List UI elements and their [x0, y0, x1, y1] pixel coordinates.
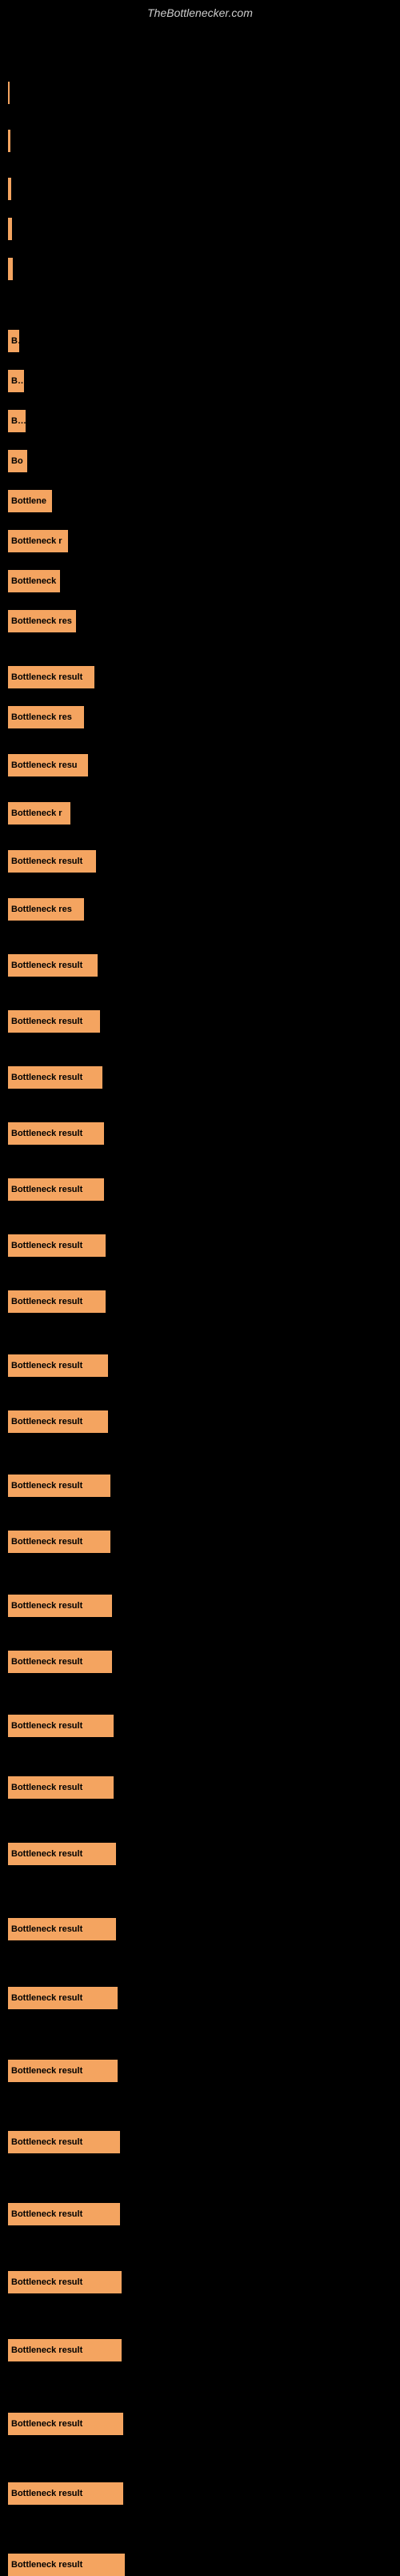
- bar-label-23: Bottleneck result: [8, 1129, 86, 1138]
- bar-row-10: Bottlene: [8, 490, 52, 512]
- bar-row-21: Bottleneck result: [8, 1010, 100, 1033]
- bar-label-31: Bottleneck result: [8, 1601, 86, 1611]
- bar-row-36: Bottleneck result: [8, 1918, 116, 1940]
- bar-row-6: B: [8, 330, 19, 352]
- bar-label-16: Bottleneck resu: [8, 760, 81, 770]
- bar-row-41: Bottleneck result: [8, 2271, 122, 2293]
- bar-label-33: Bottleneck result: [8, 1721, 86, 1731]
- bar-label-14: Bottleneck result: [8, 672, 86, 682]
- bar-label-7: Bo: [8, 376, 24, 386]
- bar-label-34: Bottleneck result: [8, 1783, 86, 1792]
- bar-row-22: Bottleneck result: [8, 1066, 102, 1089]
- bar-row-17: Bottleneck r: [8, 802, 70, 825]
- bar-row-33: Bottleneck result: [8, 1715, 114, 1737]
- bar-row-30: Bottleneck result: [8, 1531, 110, 1553]
- bar-label-38: Bottleneck result: [8, 2066, 86, 2076]
- bar-row-43: Bottleneck result: [8, 2413, 123, 2435]
- bar-label-40: Bottleneck result: [8, 2209, 86, 2219]
- bar-label-18: Bottleneck result: [8, 857, 86, 866]
- bar-row-4: [8, 218, 12, 240]
- bar-row-13: Bottleneck res: [8, 610, 76, 632]
- bar-label-27: Bottleneck result: [8, 1361, 86, 1370]
- bar-row-7: Bo: [8, 370, 24, 392]
- bar-row-3: [8, 178, 11, 200]
- bar-label-29: Bottleneck result: [8, 1481, 86, 1491]
- bar-row-20: Bottleneck result: [8, 954, 98, 977]
- bar-row-19: Bottleneck res: [8, 898, 84, 921]
- bar-label-24: Bottleneck result: [8, 1185, 86, 1194]
- bar-row-18: Bottleneck result: [8, 850, 96, 873]
- bar-row-9: Bo: [8, 450, 27, 472]
- bar-row-26: Bottleneck result: [8, 1290, 106, 1313]
- bar-row-34: Bottleneck result: [8, 1776, 114, 1799]
- bar-row-2: [8, 130, 10, 152]
- bar-label-28: Bottleneck result: [8, 1417, 86, 1426]
- bar-row-37: Bottleneck result: [8, 1987, 118, 2009]
- bar-row-39: Bottleneck result: [8, 2131, 120, 2153]
- bar-row-28: Bottleneck result: [8, 1410, 108, 1433]
- bar-label-12: Bottleneck: [8, 576, 59, 586]
- bar-row-35: Bottleneck result: [8, 1843, 116, 1865]
- bar-row-40: Bottleneck result: [8, 2203, 120, 2225]
- bar-label-13: Bottleneck res: [8, 616, 75, 626]
- bar-label-21: Bottleneck result: [8, 1017, 86, 1026]
- bar-label-6: B: [8, 336, 19, 346]
- bar-row-16: Bottleneck resu: [8, 754, 88, 776]
- bar-row-14: Bottleneck result: [8, 666, 94, 688]
- bar-label-15: Bottleneck res: [8, 712, 75, 722]
- site-title: TheBottlenecker.com: [0, 0, 400, 26]
- bar-label-9: Bo: [8, 456, 26, 466]
- bar-label-37: Bottleneck result: [8, 1993, 86, 2003]
- bar-label-42: Bottleneck result: [8, 2345, 86, 2355]
- bar-row-11: Bottleneck r: [8, 530, 68, 552]
- bar-row-31: Bottleneck result: [8, 1595, 112, 1617]
- bar-row-15: Bottleneck res: [8, 706, 84, 728]
- bar-row-1: [8, 82, 10, 104]
- bar-label-44: Bottleneck result: [8, 2489, 86, 2498]
- bar-row-44: Bottleneck result: [8, 2482, 123, 2505]
- bar-row-45: Bottleneck result: [8, 2554, 125, 2576]
- bar-row-27: Bottleneck result: [8, 1354, 108, 1377]
- bar-label-36: Bottleneck result: [8, 1924, 86, 1934]
- bar-label-20: Bottleneck result: [8, 961, 86, 970]
- bar-label-25: Bottleneck result: [8, 1241, 86, 1250]
- bar-row-25: Bottleneck result: [8, 1234, 106, 1257]
- bar-label-41: Bottleneck result: [8, 2277, 86, 2287]
- bar-label-8: Bo: [8, 416, 26, 426]
- bar-row-32: Bottleneck result: [8, 1651, 112, 1673]
- bar-row-42: Bottleneck result: [8, 2339, 122, 2361]
- bar-row-12: Bottleneck: [8, 570, 60, 592]
- bar-label-26: Bottleneck result: [8, 1297, 86, 1306]
- bar-label-35: Bottleneck result: [8, 1849, 86, 1859]
- bar-label-30: Bottleneck result: [8, 1537, 86, 1547]
- bar-label-19: Bottleneck res: [8, 905, 75, 914]
- bar-row-38: Bottleneck result: [8, 2060, 118, 2082]
- bar-label-32: Bottleneck result: [8, 1657, 86, 1667]
- bar-label-11: Bottleneck r: [8, 536, 66, 546]
- bar-label-43: Bottleneck result: [8, 2419, 86, 2429]
- bar-label-39: Bottleneck result: [8, 2137, 86, 2147]
- bar-row-29: Bottleneck result: [8, 1475, 110, 1497]
- bar-row-8: Bo: [8, 410, 26, 432]
- bar-label-22: Bottleneck result: [8, 1073, 86, 1082]
- site-title-container: TheBottlenecker.com: [0, 0, 400, 26]
- bar-row-23: Bottleneck result: [8, 1122, 104, 1145]
- bar-row-5: [8, 258, 13, 280]
- bar-label-17: Bottleneck r: [8, 809, 66, 818]
- bar-row-24: Bottleneck result: [8, 1178, 104, 1201]
- bar-label-10: Bottlene: [8, 496, 50, 506]
